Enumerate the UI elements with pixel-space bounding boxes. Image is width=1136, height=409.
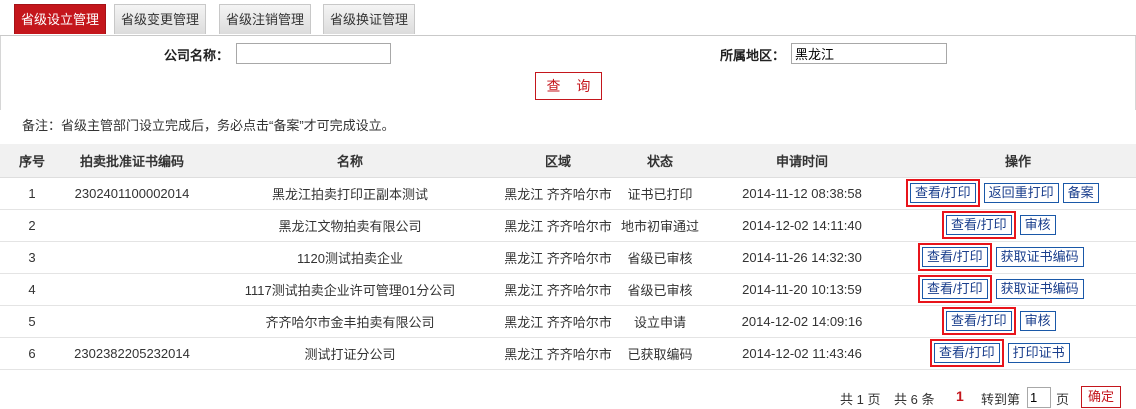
cell-time: 2014-12-02 14:09:16 [704,305,900,338]
cell-actions: 查看/打印 打印证书 [900,337,1136,370]
page-unit: 页 [1056,392,1070,407]
total-pages: 共 1 页 [840,392,881,407]
query-button[interactable]: 查 询 [535,72,602,100]
highlight-box: 查看/打印 [918,243,992,271]
company-name-label: 公司名称： [164,48,230,63]
region-input[interactable] [791,43,947,64]
total-items: 共 6 条 [894,392,935,407]
header-region: 区域 [500,144,616,178]
cell-time: 2014-11-26 14:32:30 [704,241,900,274]
cell-status: 设立申请 [616,305,704,338]
highlight-box: 查看/打印 [942,211,1016,239]
get-cert-code-button[interactable]: 获取证书编码 [995,279,1084,299]
current-page[interactable]: 1 [956,388,964,404]
table-row: 4 1117测试拍卖企业许可管理01分公司 黑龙江 齐齐哈尔市 省级已审核 20… [0,273,1136,306]
cell-status: 地市初审通过 [616,209,704,242]
highlight-box: 查看/打印 [930,339,1004,367]
cell-code: 2302382205232014 [64,337,200,370]
cell-no: 5 [0,305,64,338]
confirm-button[interactable]: 确定 [1081,386,1121,408]
cell-no: 4 [0,273,64,306]
table-header-row: 序号 拍卖批准证书编码 名称 区域 状态 申请时间 操作 [0,144,1136,178]
view-print-button[interactable]: 查看/打印 [946,311,1012,331]
header-no: 序号 [0,144,64,178]
get-cert-code-button[interactable]: 获取证书编码 [995,247,1084,267]
cell-code [64,209,200,242]
cell-status: 省级已审核 [616,273,704,306]
header-code: 拍卖批准证书编码 [64,144,200,178]
cell-no: 3 [0,241,64,274]
cell-status: 证书已打印 [616,177,704,210]
view-print-button[interactable]: 查看/打印 [922,247,988,267]
cell-code: 2302401100002014 [64,177,200,210]
table-row: 5 齐齐哈尔市金丰拍卖有限公司 黑龙江 齐齐哈尔市 设立申请 2014-12-0… [0,305,1136,338]
header-actions: 操作 [900,144,1136,178]
tab-setup[interactable]: 省级设立管理 [14,4,107,34]
cell-actions: 查看/打印 审核 [900,305,1136,338]
cell-region: 黑龙江 齐齐哈尔市 [500,273,616,306]
cell-name: 黑龙江文物拍卖有限公司 [200,209,500,242]
cell-region: 黑龙江 齐齐哈尔市 [500,241,616,274]
tab-change[interactable]: 省级变更管理 [114,4,207,34]
cell-status: 省级已审核 [616,241,704,274]
header-status: 状态 [616,144,704,178]
cell-no: 6 [0,337,64,370]
highlight-box: 查看/打印 [918,275,992,303]
region-label: 所属地区： [720,48,786,63]
data-table: 序号 拍卖批准证书编码 名称 区域 状态 申请时间 操作 1 230240110… [0,144,1136,370]
cell-region: 黑龙江 齐齐哈尔市 [500,209,616,242]
cell-code [64,305,200,338]
cell-name: 测试打证分公司 [200,337,500,370]
review-button[interactable]: 审核 [1019,311,1056,331]
review-button[interactable]: 审核 [1019,215,1056,235]
cell-name: 齐齐哈尔市金丰拍卖有限公司 [200,305,500,338]
header-name: 名称 [200,144,500,178]
cell-actions: 查看/打印 获取证书编码 [900,241,1136,274]
cell-no: 2 [0,209,64,242]
cell-actions: 查看/打印 获取证书编码 [900,273,1136,306]
view-print-button[interactable]: 查看/打印 [922,279,988,299]
tab-license-renewal[interactable]: 省级换证管理 [323,4,416,34]
print-cert-button[interactable]: 打印证书 [1007,343,1070,363]
tab-cancel[interactable]: 省级注销管理 [219,4,312,34]
header-time: 申请时间 [704,144,900,178]
cell-region: 黑龙江 齐齐哈尔市 [500,177,616,210]
cell-status: 已获取编码 [616,337,704,370]
view-print-button[interactable]: 查看/打印 [910,183,976,203]
cell-no: 1 [0,177,64,210]
table-row: 1 2302401100002014 黑龙江拍卖打印正副本测试 黑龙江 齐齐哈尔… [0,177,1136,210]
goto-label: 转到第 [981,392,1021,407]
goto-page-input[interactable] [1027,387,1051,408]
cell-actions: 查看/打印 审核 [900,209,1136,242]
cell-name: 1117测试拍卖企业许可管理01分公司 [200,273,500,306]
cell-time: 2014-11-12 08:38:58 [704,177,900,210]
tab-bar: 省级设立管理 省级变更管理 省级注销管理 省级换证管理 [0,0,1136,36]
cell-name: 黑龙江拍卖打印正副本测试 [200,177,500,210]
record-button[interactable]: 备案 [1062,183,1099,203]
table-row: 3 1120测试拍卖企业 黑龙江 齐齐哈尔市 省级已审核 2014-11-26 … [0,241,1136,274]
cell-code [64,273,200,306]
cell-time: 2014-12-02 14:11:40 [704,209,900,242]
search-panel: 公司名称： 所属地区： 查 询 [0,36,1136,110]
note-text: 备注：省级主管部门设立完成后，务必点击“备案”才可完成设立。 [22,118,395,133]
company-name-input[interactable] [236,43,391,64]
cell-time: 2014-11-20 10:13:59 [704,273,900,306]
cell-actions: 查看/打印 返回重打印 备案 [900,177,1136,210]
pagination: 共 1 页 共 6 条 1 转到第 页 确定 [0,386,1136,409]
cell-code [64,241,200,274]
cell-region: 黑龙江 齐齐哈尔市 [500,337,616,370]
view-print-button[interactable]: 查看/打印 [946,215,1012,235]
highlight-box: 查看/打印 [906,179,980,207]
table-row: 2 黑龙江文物拍卖有限公司 黑龙江 齐齐哈尔市 地市初审通过 2014-12-0… [0,209,1136,242]
reprint-button[interactable]: 返回重打印 [983,183,1059,203]
table-row: 6 2302382205232014 测试打证分公司 黑龙江 齐齐哈尔市 已获取… [0,337,1136,370]
cell-region: 黑龙江 齐齐哈尔市 [500,305,616,338]
cell-time: 2014-12-02 11:43:46 [704,337,900,370]
highlight-box: 查看/打印 [942,307,1016,335]
cell-name: 1120测试拍卖企业 [200,241,500,274]
view-print-button[interactable]: 查看/打印 [934,343,1000,363]
